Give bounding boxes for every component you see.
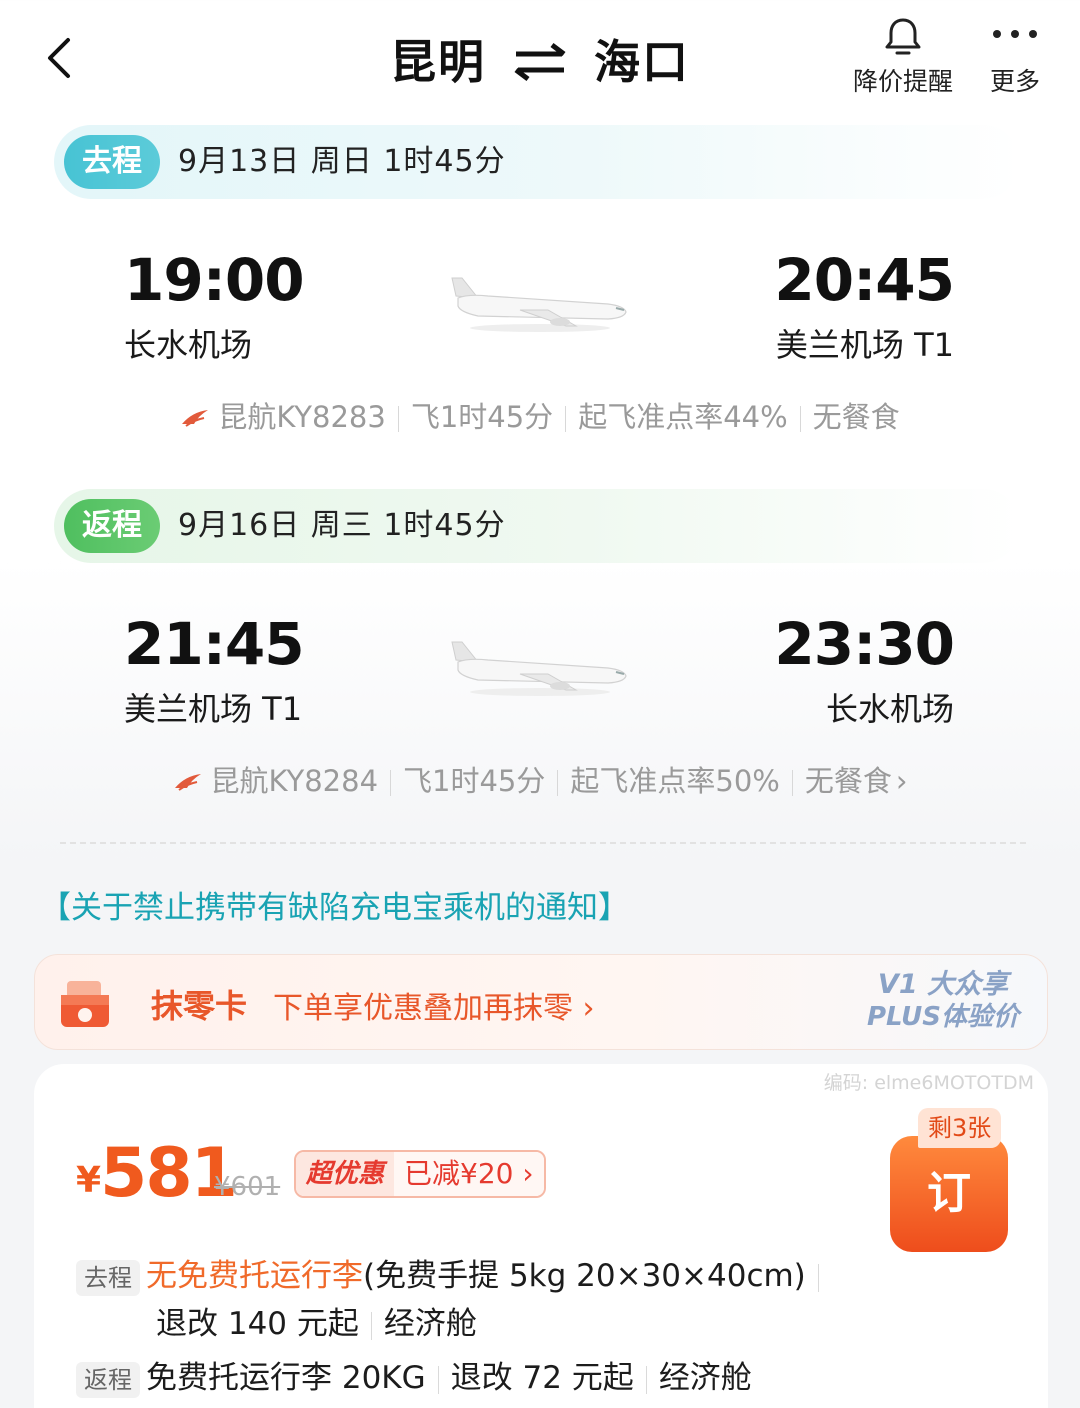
outbound-baggage: 无免费托运行李 <box>146 1258 363 1294</box>
return-duration: 飞1时45分 <box>403 764 546 798</box>
return-badge: 返程 <box>64 499 160 553</box>
plus-badge-line1: V1 大众享 <box>877 969 1009 1000</box>
price-card: 编码: elme6MOTOTDM ¥ 581 ¥601 超优惠 已减¥20 › … <box>34 1064 1048 1408</box>
return-meal: 无餐食 <box>804 764 892 798</box>
plus-badge-line2: PLUS体验价 <box>866 1002 1019 1032</box>
return-flight-meta[interactable]: 昆航KY8284 飞1时45分 起飞准点率50% 无餐食 › <box>0 758 1080 800</box>
outbound-rules-line2[interactable]: 退改 140 元起 经济舱 <box>156 1298 477 1343</box>
divider <box>60 842 1026 844</box>
plus-badge: V1 大众享 PLUS体验价 <box>867 969 1019 1033</box>
outbound-rules[interactable]: 去程 无免费托运行李(免费手提 5kg 20×30×40cm) <box>76 1250 831 1296</box>
return-ontime: 起飞准点率50% <box>570 764 780 798</box>
return-baggage: 免费托运行李 20KG <box>146 1360 426 1396</box>
outbound-duration: 飞1时45分 <box>410 400 554 434</box>
return-header: 返程 9月16日 周三 1时45分 <box>54 489 1020 563</box>
to-city: 海口 <box>594 35 690 89</box>
airline-logo-icon <box>182 410 209 427</box>
book-button[interactable]: 订 <box>890 1136 1008 1252</box>
outbound-badge: 去程 <box>64 135 160 189</box>
airplane-icon <box>451 277 627 332</box>
more-button[interactable]: 更多 <box>980 14 1050 98</box>
return-cabin: 经济舱 <box>658 1360 752 1396</box>
top-bar: 昆明 海口 降价提醒 更多 <box>0 0 1080 118</box>
return-change-fee: 退改 72 元起 <box>450 1360 634 1396</box>
original-price: ¥601 <box>214 1172 281 1202</box>
outbound-flight-meta: 昆航KY8283 飞1时45分 起飞准点率44% 无餐食 <box>0 394 1080 436</box>
code-label: 编码: elme6MOTOTDM <box>823 1072 1034 1094</box>
airline-logo-icon <box>174 774 201 791</box>
outbound-cabin: 经济舱 <box>383 1306 477 1342</box>
outbound-rule-tag: 去程 <box>76 1259 140 1296</box>
bell-icon <box>885 18 921 55</box>
outbound-flight[interactable]: 19:00 长水机场 20:45 美兰机场 T1 <box>0 246 1080 376</box>
more-dots-icon <box>993 30 1037 38</box>
outbound-flight-no: 昆航KY8283 <box>218 400 386 434</box>
outbound-carry-on: (免费手提 5kg 20×30×40cm) <box>363 1258 806 1294</box>
power-bank-notice-link[interactable]: 【关于禁止携带有缺陷充电宝乘机的通知】 <box>40 882 629 927</box>
outbound-date-info: 9月13日 周日 1时45分 <box>178 144 506 179</box>
airplane-icon <box>451 641 627 696</box>
return-flight-no: 昆航KY8284 <box>210 764 379 798</box>
return-dep-time: 21:45 <box>124 610 305 678</box>
discount-tag[interactable]: 超优惠 已减¥20 › <box>294 1150 546 1198</box>
outbound-ontime: 起飞准点率44% <box>578 400 788 434</box>
chevron-right-icon: › <box>895 764 908 798</box>
return-flight[interactable]: 21:45 美兰机场 T1 23:30 长水机场 <box>0 610 1080 740</box>
outbound-dep-airport: 长水机场 <box>124 326 253 364</box>
return-date-info: 9月16日 周三 1时45分 <box>178 508 506 543</box>
outbound-change-fee: 退改 140 元起 <box>156 1306 359 1342</box>
from-city: 昆明 <box>390 35 486 89</box>
return-arr-time: 23:30 <box>774 610 955 678</box>
discount-value: 已减¥20 › <box>394 1152 544 1196</box>
currency-symbol: ¥ <box>76 1160 102 1201</box>
return-rule-tag: 返程 <box>76 1361 140 1398</box>
more-label: 更多 <box>989 67 1040 96</box>
promo-desc: 下单享优惠叠加再抹零 › <box>273 991 595 1026</box>
swap-arrows-icon[interactable] <box>510 42 570 82</box>
seats-remaining-badge: 剩3张 <box>918 1108 1002 1148</box>
return-arr-airport: 长水机场 <box>825 690 954 728</box>
outbound-arr-airport: 美兰机场 T1 <box>775 326 954 364</box>
outbound-header: 去程 9月13日 周日 1时45分 <box>54 125 1020 199</box>
outbound-dep-time: 19:00 <box>124 246 305 314</box>
return-dep-airport: 美兰机场 T1 <box>124 690 303 728</box>
outbound-meal: 无餐食 <box>812 400 900 434</box>
price-alert-button[interactable]: 降价提醒 <box>848 14 958 98</box>
promo-banner[interactable]: 抹零卡 下单享优惠叠加再抹零 › V1 大众享 PLUS体验价 <box>34 954 1048 1050</box>
outbound-arr-time: 20:45 <box>774 246 955 314</box>
coupon-card-icon <box>61 981 109 1027</box>
price-alert-label: 降价提醒 <box>852 67 953 96</box>
promo-title: 抹零卡 <box>151 987 248 1025</box>
return-rules[interactable]: 返程 免费托运行李 20KG 退改 72 元起 经济舱 <box>76 1352 752 1398</box>
discount-label: 超优惠 <box>296 1152 395 1196</box>
